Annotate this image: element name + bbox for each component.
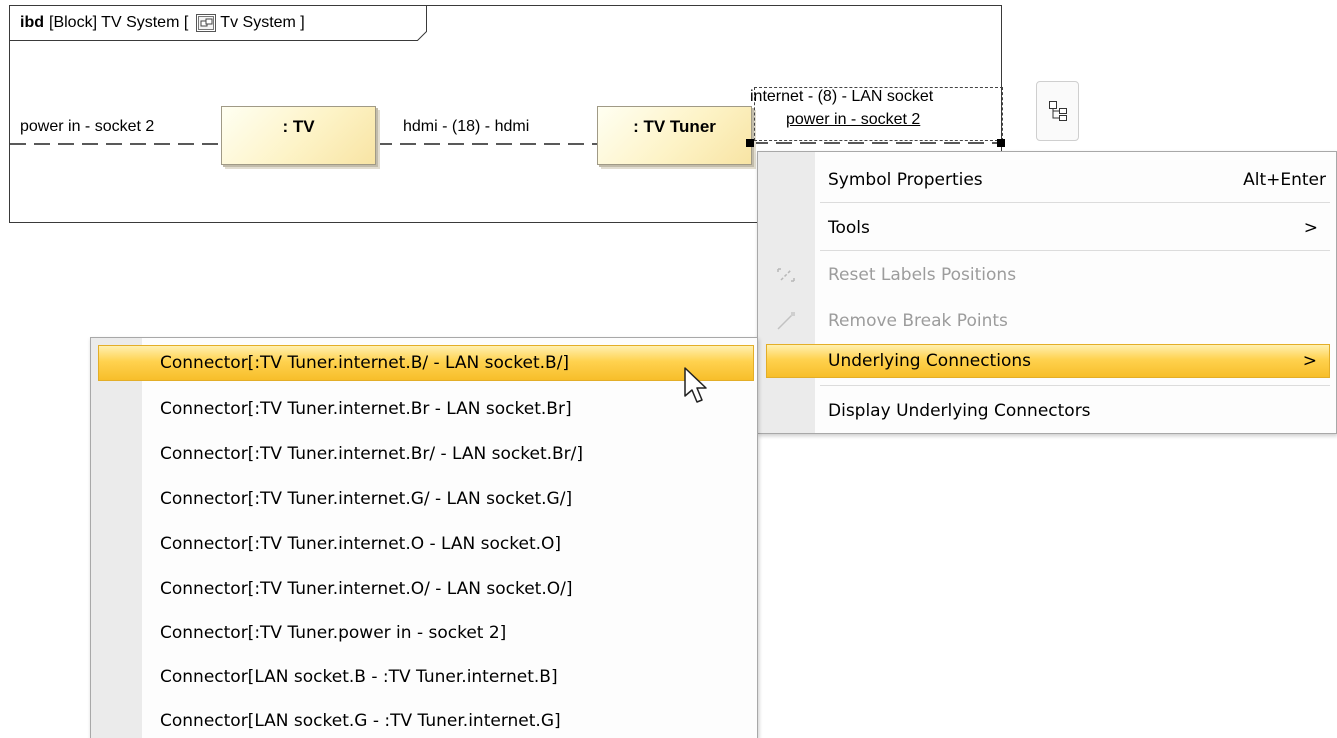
selected-connector-label-power[interactable]: power in - socket 2 xyxy=(786,111,920,129)
submenu-item-label: Connector[LAN socket.B - :TV Tuner.inter… xyxy=(160,667,558,687)
menu-item-label: Tools xyxy=(828,218,870,238)
menu-item-label: Underlying Connections xyxy=(828,351,1031,371)
menu-item-tools[interactable]: Tools > xyxy=(758,205,1336,251)
smart-manipulator-button[interactable] xyxy=(1036,81,1079,141)
structure-icon xyxy=(1048,101,1067,121)
submenu-item-connector[interactable]: Connector[:TV Tuner.internet.G/ - LAN so… xyxy=(91,480,757,518)
submenu-item-connector[interactable]: Connector[:TV Tuner.power in - socket 2] xyxy=(91,614,757,652)
remove-break-points-icon xyxy=(777,312,795,330)
submenu-item-label: Connector[:TV Tuner.internet.O - LAN soc… xyxy=(160,534,562,554)
submenu-item-connector[interactable]: Connector[:TV Tuner.internet.B/ - LAN so… xyxy=(98,345,754,381)
submenu-item-label: Connector[:TV Tuner.internet.B/ - LAN so… xyxy=(160,353,570,373)
submenu-item-connector[interactable]: Connector[:TV Tuner.internet.Br - LAN so… xyxy=(91,390,757,428)
context-menu: Symbol Properties Alt+Enter Tools > Rese… xyxy=(757,151,1337,434)
chevron-right-icon: > xyxy=(1302,351,1317,371)
menu-item-remove-break-points[interactable]: Remove Break Points xyxy=(758,298,1336,344)
submenu-item-connector[interactable]: Connector[LAN socket.B - :TV Tuner.inter… xyxy=(91,658,757,696)
reset-labels-icon xyxy=(777,268,795,282)
menu-separator xyxy=(820,202,1330,203)
part-tv-tuner-name: : TV Tuner xyxy=(633,117,716,136)
chevron-right-icon: > xyxy=(1303,218,1318,238)
menu-item-label: Reset Labels Positions xyxy=(828,265,1017,285)
menu-item-reset-labels-positions[interactable]: Reset Labels Positions xyxy=(758,252,1336,298)
part-tv-name: : TV xyxy=(282,117,315,136)
menu-item-label: Symbol Properties xyxy=(828,170,983,190)
selection-handle-right[interactable] xyxy=(997,139,1005,147)
submenu-item-label: Connector[:TV Tuner.internet.G/ - LAN so… xyxy=(160,489,573,509)
submenu-item-connector[interactable]: Connector[:TV Tuner.internet.O - LAN soc… xyxy=(91,525,757,563)
submenu-item-label: Connector[:TV Tuner.power in - socket 2] xyxy=(160,623,507,643)
submenu-item-connector[interactable]: Connector[LAN socket.G - :TV Tuner.inter… xyxy=(91,702,757,738)
part-tv[interactable]: : TV xyxy=(221,106,376,165)
submenu-item-connector[interactable]: Connector[:TV Tuner.internet.Br/ - LAN s… xyxy=(91,435,757,473)
underlying-connections-submenu: Connector[:TV Tuner.internet.B/ - LAN so… xyxy=(90,337,758,738)
menu-item-shortcut: Alt+Enter xyxy=(1243,170,1326,190)
menu-item-symbol-properties[interactable]: Symbol Properties Alt+Enter xyxy=(758,157,1336,203)
menu-item-label: Remove Break Points xyxy=(828,311,1008,331)
submenu-item-connector[interactable]: Connector[:TV Tuner.internet.O/ - LAN so… xyxy=(91,570,757,608)
submenu-item-label: Connector[:TV Tuner.internet.O/ - LAN so… xyxy=(160,579,573,599)
submenu-item-label: Connector[LAN socket.G - :TV Tuner.inter… xyxy=(160,711,561,731)
submenu-item-label: Connector[:TV Tuner.internet.Br/ - LAN s… xyxy=(160,444,584,464)
menu-separator xyxy=(820,250,1330,251)
mouse-pointer-icon xyxy=(684,367,707,403)
selected-connector-label-internet[interactable]: internet - (8) - LAN socket xyxy=(750,88,933,106)
menu-separator xyxy=(820,385,1330,386)
connector-label-hdmi[interactable]: hdmi - (18) - hdmi xyxy=(403,118,529,136)
selection-handle-left[interactable] xyxy=(746,139,754,147)
submenu-item-label: Connector[:TV Tuner.internet.Br - LAN so… xyxy=(160,399,572,419)
part-tv-tuner[interactable]: : TV Tuner xyxy=(597,106,752,165)
connector-label-power[interactable]: power in - socket 2 xyxy=(20,118,154,136)
menu-item-underlying-connections[interactable]: Underlying Connections > xyxy=(766,344,1330,378)
menu-item-label: Display Underlying Connectors xyxy=(828,401,1091,421)
menu-item-display-underlying-connectors[interactable]: Display Underlying Connectors xyxy=(758,388,1336,434)
